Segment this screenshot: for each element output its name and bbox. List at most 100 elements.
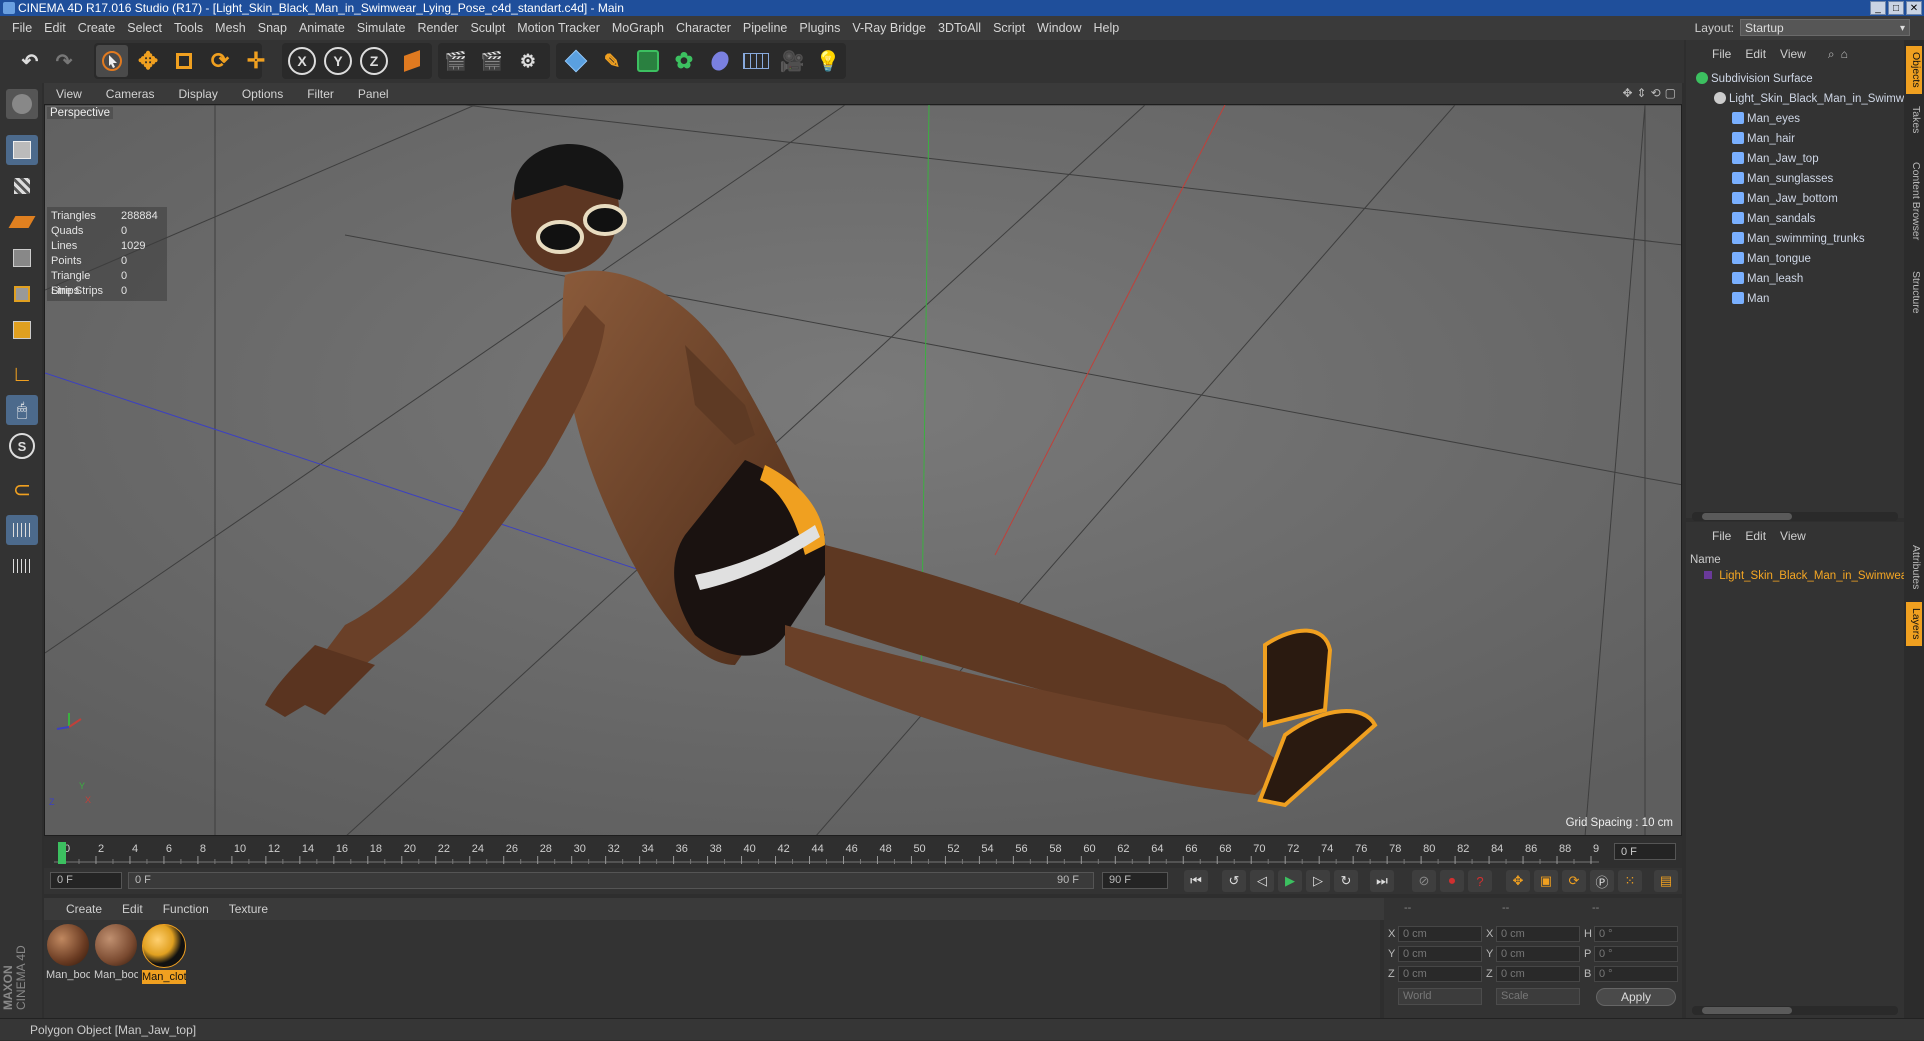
rotation-b-field[interactable]: 0 ° (1594, 966, 1678, 982)
render-view-icon[interactable]: 🎬 (440, 45, 472, 77)
layer-menu-edit[interactable]: Edit (1745, 529, 1766, 543)
end-frame-field[interactable]: 90 F (1102, 872, 1168, 889)
menu-edit[interactable]: Edit (44, 21, 76, 35)
size-z-field[interactable]: 0 cm (1496, 966, 1580, 982)
maximize-view-icon[interactable]: ▢ (1665, 86, 1676, 100)
key-position-icon[interactable]: ✥ (1506, 870, 1530, 892)
menu-create[interactable]: Create (78, 21, 126, 35)
material-swatch-selected[interactable]: Man_clot (142, 924, 186, 984)
orbit-icon[interactable]: ⟲ (1651, 86, 1661, 100)
grid-lock-icon[interactable] (6, 515, 38, 545)
object-tree-item[interactable]: Man_tongue (1732, 250, 1811, 269)
layer-menu-view[interactable]: View (1780, 529, 1806, 543)
viewport-camera-label[interactable]: Perspective (47, 107, 114, 119)
object-menu-edit[interactable]: Edit (1745, 47, 1766, 61)
key-rotation-icon[interactable]: ⟳ (1562, 870, 1586, 892)
layer-color-swatch[interactable] (1704, 571, 1712, 579)
object-tree-item[interactable]: Man_hair (1732, 130, 1795, 149)
menu-simulate[interactable]: Simulate (357, 21, 416, 35)
scale-mode-dropdown[interactable]: Scale (1496, 988, 1580, 1005)
menu-help[interactable]: Help (1094, 21, 1130, 35)
render-picture-viewer-icon[interactable]: 🎬 (476, 45, 508, 77)
size-y-field[interactable]: 0 cm (1496, 946, 1580, 962)
cube-icon[interactable] (560, 45, 592, 77)
menu-pipeline[interactable]: Pipeline (743, 21, 797, 35)
floor-icon[interactable] (740, 45, 772, 77)
axis-mode-icon[interactable]: ∟ (6, 359, 38, 389)
search-icon[interactable]: ⌕ (1828, 47, 1835, 62)
tab-takes[interactable]: Takes (1906, 100, 1922, 140)
material-menu-create[interactable]: Create (66, 902, 102, 916)
position-y-field[interactable]: 0 cm (1398, 946, 1482, 962)
start-frame-field[interactable]: 0 F (50, 872, 122, 889)
material-menu-texture[interactable]: Texture (229, 902, 268, 916)
menu-vray-bridge[interactable]: V-Ray Bridge (852, 21, 936, 35)
polygons-mode-icon[interactable] (6, 315, 38, 345)
menu-select[interactable]: Select (127, 21, 172, 35)
key-pla-icon[interactable]: ⁙ (1618, 870, 1642, 892)
material-menu-function[interactable]: Function (163, 902, 209, 916)
object-tree-item[interactable]: Man_Jaw_bottom (1732, 190, 1838, 209)
tab-attributes[interactable]: Attributes (1906, 536, 1922, 598)
menu-mesh[interactable]: Mesh (215, 21, 256, 35)
menu-plugins[interactable]: Plugins (799, 21, 850, 35)
object-tree-item[interactable]: Light_Skin_Black_Man_in_Swimwear (1714, 90, 1921, 109)
object-tree-item[interactable]: Man_leash (1732, 270, 1803, 289)
layout-dropdown[interactable]: Startup (1740, 19, 1910, 37)
coordinate-system-icon[interactable] (396, 45, 428, 77)
range-slider[interactable]: 0 F 90 F (128, 872, 1094, 889)
pen-spline-icon[interactable]: ✎ (596, 45, 628, 77)
menu-tools[interactable]: Tools (174, 21, 213, 35)
z-axis-button[interactable]: Z (358, 45, 390, 77)
edges-mode-icon[interactable] (6, 279, 38, 309)
position-x-field[interactable]: 0 cm (1398, 926, 1482, 942)
viewport[interactable]: Perspective Triangles 288884 Quads 0 Lines… (44, 104, 1682, 836)
previous-key-icon[interactable]: ↺ (1222, 870, 1246, 892)
make-editable-icon[interactable] (6, 89, 38, 119)
camera-icon[interactable]: 🎥 (776, 45, 808, 77)
home-icon[interactable]: ⌂ (1841, 47, 1848, 61)
menu-snap[interactable]: Snap (258, 21, 297, 35)
menu-motion-tracker[interactable]: Motion Tracker (517, 21, 610, 35)
object-menu-file[interactable]: File (1712, 47, 1731, 61)
object-tree-item[interactable]: Man_swimming_trunks (1732, 230, 1865, 249)
maximize-button[interactable]: □ (1888, 1, 1904, 15)
light-icon[interactable]: 💡 (812, 45, 844, 77)
timeline-window-icon[interactable]: ▤ (1654, 870, 1678, 892)
key-scale-icon[interactable]: ▣ (1534, 870, 1558, 892)
autokey-icon[interactable]: ⏺ (1440, 870, 1464, 892)
menu-window[interactable]: Window (1037, 21, 1091, 35)
viewport-menu-cameras[interactable]: Cameras (106, 87, 155, 101)
rotation-p-field[interactable]: 0 ° (1594, 946, 1678, 962)
x-axis-button[interactable]: X (286, 45, 318, 77)
play-icon[interactable]: ▶ (1278, 870, 1302, 892)
move-tool-icon[interactable]: ✥ (132, 45, 164, 77)
go-to-end-icon[interactable]: ⏭ (1370, 870, 1394, 892)
record-keys-icon[interactable]: ⊘ (1412, 870, 1436, 892)
apply-button[interactable]: Apply (1596, 988, 1676, 1006)
layer-scrollbar[interactable] (1692, 1006, 1898, 1015)
grid-snap-icon[interactable] (6, 551, 38, 581)
go-to-start-icon[interactable]: ⏮ (1184, 870, 1208, 892)
tab-layers[interactable]: Layers (1906, 602, 1922, 646)
workplane-icon[interactable] (6, 207, 38, 237)
layer-entry[interactable]: Light_Skin_Black_Man_in_Swimwear (1704, 570, 1911, 582)
tweak-mode-icon[interactable]: 🖱 (6, 395, 38, 425)
layer-menu-file[interactable]: File (1712, 529, 1731, 543)
key-parameter-icon[interactable]: Ⓟ (1590, 870, 1614, 892)
viewport-menu-panel[interactable]: Panel (358, 87, 389, 101)
scale-tool-icon[interactable] (168, 45, 200, 77)
solo-mode-icon[interactable]: S (6, 431, 38, 461)
tab-objects[interactable]: Objects (1906, 46, 1922, 94)
tab-content-browser[interactable]: Content Browser (1906, 146, 1922, 256)
position-z-field[interactable]: 0 cm (1398, 966, 1482, 982)
render-settings-icon[interactable]: ⚙ (512, 45, 544, 77)
object-menu-view[interactable]: View (1780, 47, 1806, 61)
material-menu-edit[interactable]: Edit (122, 902, 143, 916)
select-cursor-icon[interactable] (96, 45, 128, 77)
cloner-icon[interactable]: ✿ (668, 45, 700, 77)
object-tree-item[interactable]: Man_sandals (1732, 210, 1815, 229)
rotation-h-field[interactable]: 0 ° (1594, 926, 1678, 942)
viewport-menu-view[interactable]: View (56, 87, 82, 101)
subdivision-surface-icon[interactable] (632, 45, 664, 77)
